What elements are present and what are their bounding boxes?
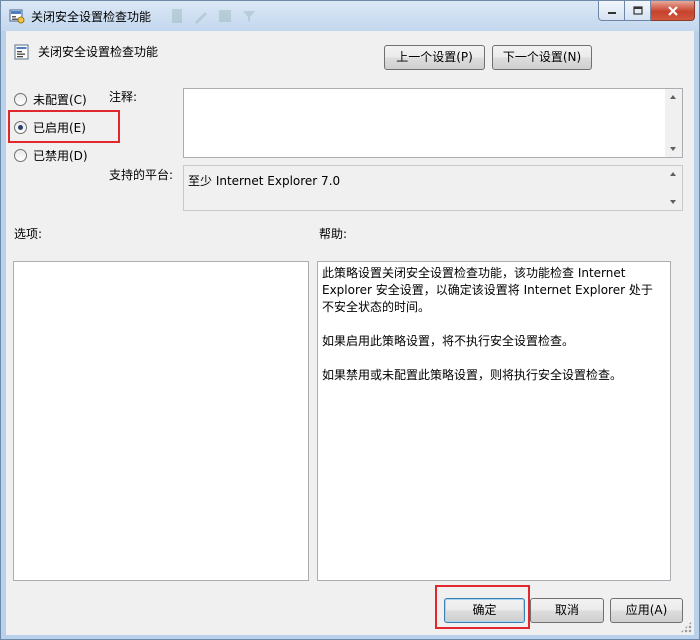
next-setting-button[interactable]: 下一个设置(N) (492, 45, 592, 70)
radio-not-configured[interactable]: 未配置(C) (14, 91, 87, 108)
window-title: 关闭安全设置检查功能 (31, 10, 152, 24)
title-bar[interactable]: 关闭安全设置检查功能 (1, 1, 699, 31)
minimize-icon (607, 11, 616, 14)
filter-icon (241, 8, 257, 24)
help-label: 帮助: (319, 227, 348, 241)
radio-not-configured-indicator[interactable] (14, 93, 27, 106)
ghost-toolbar (169, 8, 257, 24)
maximize-button[interactable] (625, 1, 651, 21)
annotation-highlight-enabled (8, 110, 120, 143)
help-paragraph: 如果启用此策略设置，将不执行安全设置检查。 (322, 334, 575, 348)
supported-platform-label: 支持的平台: (109, 168, 174, 182)
cancel-button[interactable]: 取消 (530, 598, 604, 623)
dialog-client-area: 关闭安全设置检查功能 上一个设置(P) 下一个设置(N) 未配置(C) 已启用(… (6, 31, 694, 635)
help-text: 此策略设置关闭安全设置检查功能，该功能检查 Internet Explorer … (322, 265, 662, 401)
radio-disabled[interactable]: 已禁用(D) (14, 147, 88, 164)
help-paragraph: 此策略设置关闭安全设置检查功能，该功能检查 Internet Explorer … (322, 266, 653, 314)
scroll-up-icon[interactable] (670, 95, 676, 99)
help-panel[interactable]: 此策略设置关闭安全设置检查功能，该功能检查 Internet Explorer … (317, 261, 671, 581)
properties-icon (217, 8, 233, 24)
policy-title: 关闭安全设置检查功能 (38, 45, 159, 59)
maximize-icon (632, 6, 643, 15)
platform-scrollbar[interactable] (665, 166, 682, 210)
document-icon (169, 8, 185, 24)
radio-not-configured-label: 未配置(C) (33, 93, 87, 107)
edit-icon (193, 8, 209, 24)
caption-buttons (598, 1, 695, 21)
options-label: 选项: (14, 227, 43, 241)
comment-textarea[interactable] (183, 88, 683, 158)
close-button[interactable] (651, 1, 695, 21)
scroll-down-icon[interactable] (670, 200, 676, 204)
options-panel[interactable] (13, 261, 309, 581)
previous-setting-button[interactable]: 上一个设置(P) (384, 45, 485, 70)
comment-label: 注释: (109, 90, 138, 104)
policy-dialog-window: 关闭安全设置检查功能 关闭安全设置检查功能 上一个设置(P) 下一个设置(N) … (0, 0, 700, 640)
resize-grip[interactable] (680, 621, 692, 633)
apply-button[interactable]: 应用(A) (610, 598, 683, 623)
minimize-button[interactable] (598, 1, 625, 21)
annotation-highlight-ok (435, 585, 530, 629)
radio-disabled-label: 已禁用(D) (33, 149, 88, 163)
scroll-down-icon[interactable] (670, 147, 676, 151)
help-paragraph: 如果禁用或未配置此策略设置，则将执行安全设置检查。 (322, 368, 623, 382)
supported-platform-field: 至少 Internet Explorer 7.0 (183, 165, 683, 211)
supported-platform-value: 至少 Internet Explorer 7.0 (188, 174, 341, 188)
radio-disabled-indicator[interactable] (14, 149, 27, 162)
policy-settings-icon (9, 9, 25, 24)
scroll-up-icon[interactable] (670, 172, 676, 176)
policy-item-icon (14, 44, 29, 60)
close-icon (667, 5, 678, 16)
comment-scrollbar[interactable] (665, 89, 682, 157)
